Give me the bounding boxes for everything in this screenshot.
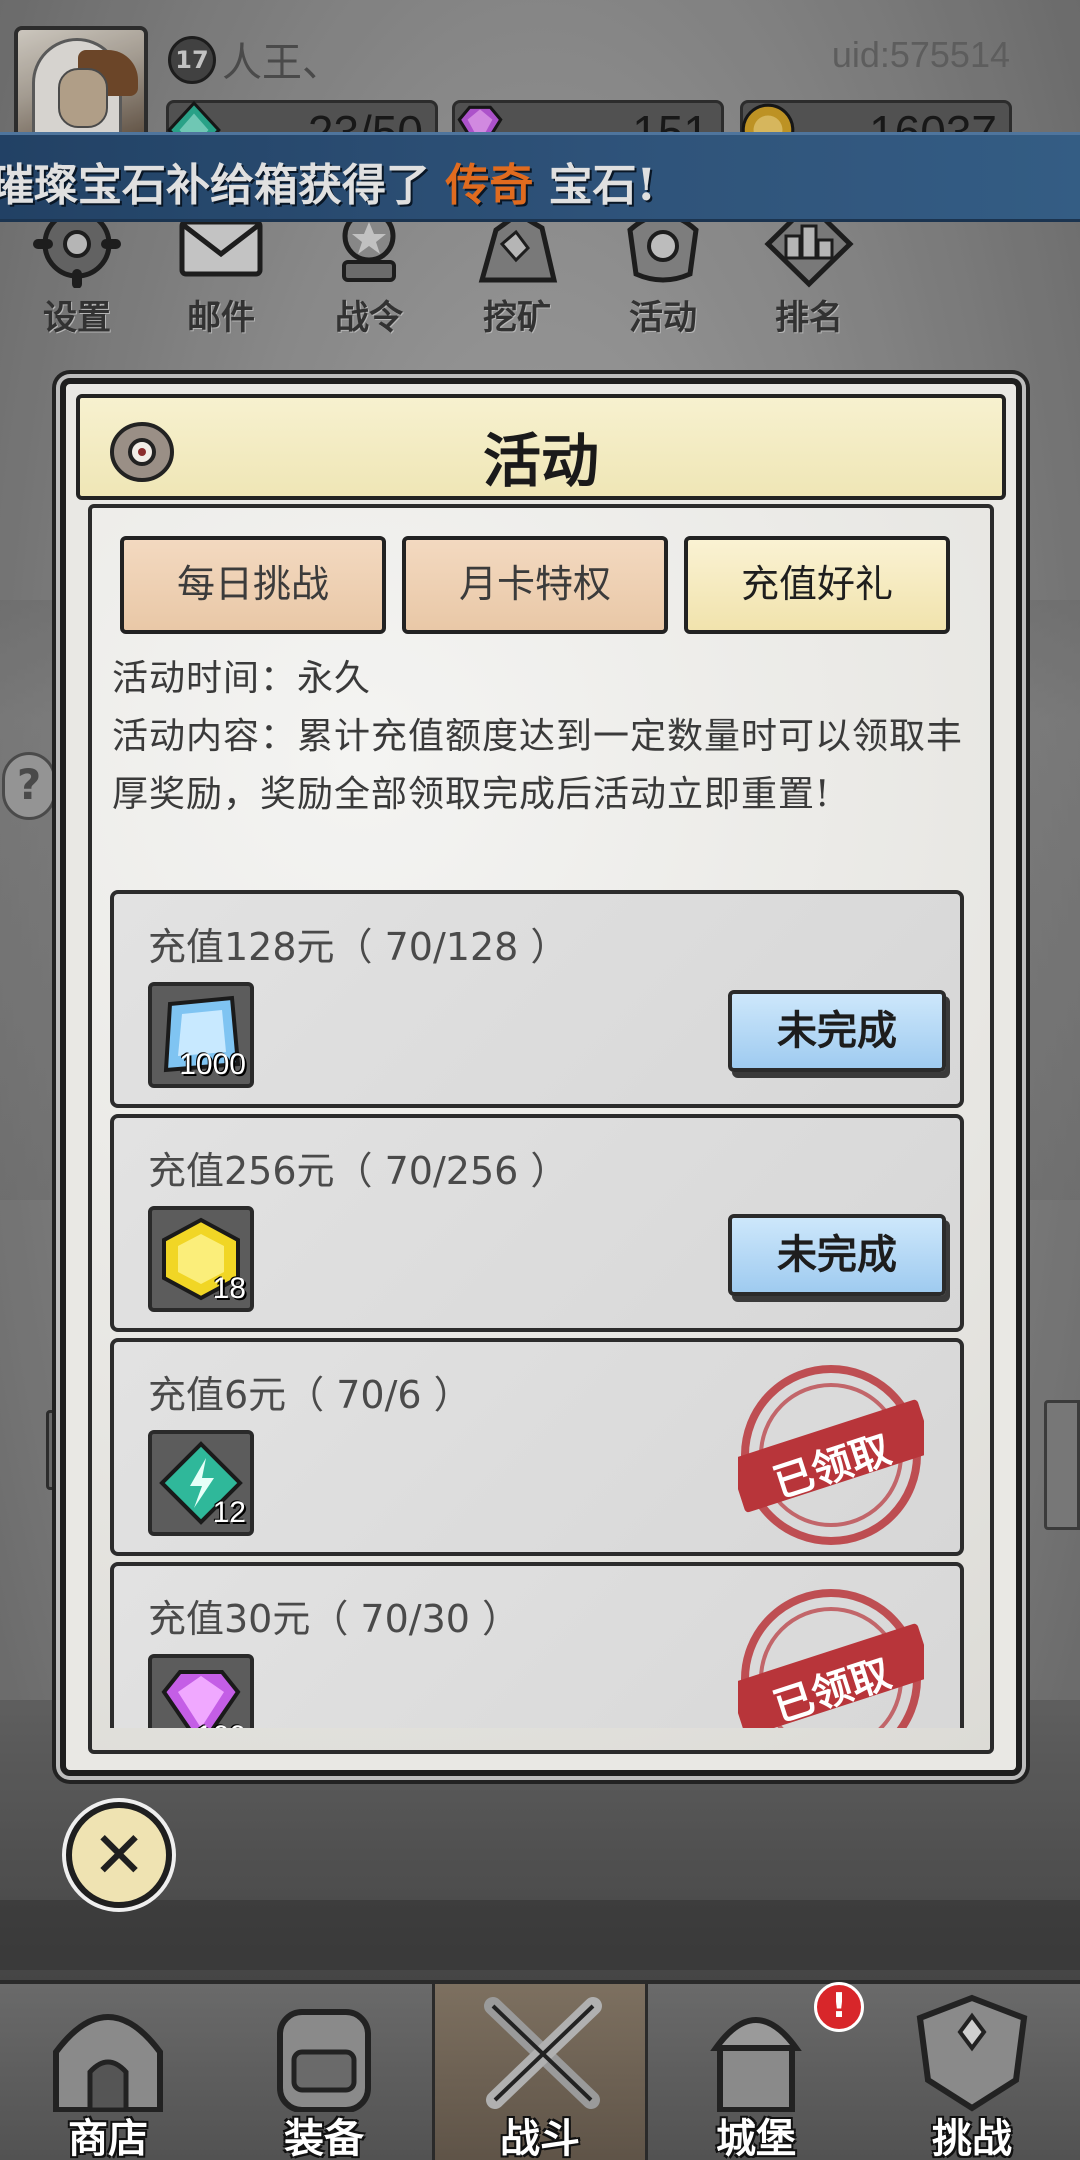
reward-quantity: 1000: [179, 1048, 246, 1081]
claimed-stamp: 已领取: [729, 1586, 934, 1728]
tab-recharge-gift[interactable]: 充值好礼: [684, 536, 950, 634]
event-description: 活动时间：永久 活动内容：累计充值额度达到一定数量时可以领取丰厚奖励，奖励全部领…: [112, 650, 974, 824]
modal-title: 活动: [482, 427, 599, 495]
purple-diamond-icon: [161, 1670, 241, 1728]
nav-label: 挑战: [932, 2115, 1012, 2160]
nav-item-battle[interactable]: 战斗: [432, 1984, 648, 2160]
reward-title: 充值6元（ 70/6 ）: [148, 1373, 472, 1417]
nav-label: 商店: [68, 2115, 148, 2160]
notification-badge: !: [814, 1982, 864, 2032]
reward-item-slot[interactable]: 100: [148, 1654, 254, 1728]
nav-label: 战斗: [500, 2115, 580, 2160]
reward-row: 充值256元（ 70/256 ） 18 未完成: [110, 1114, 964, 1332]
reward-status-button[interactable]: 未完成: [728, 990, 946, 1072]
reward-list[interactable]: 充值128元（ 70/128 ） 1000 未完成 充值256元（ 70/256…: [110, 890, 964, 1728]
shield-icon: [916, 1994, 1028, 2112]
reward-title: 充值128元（ 70/128 ）: [148, 925, 569, 969]
event-time: 活动时间：永久: [112, 658, 372, 699]
backpack-icon: [277, 2009, 371, 2112]
nav-label: 装备: [284, 2115, 364, 2160]
nav-item-challenge[interactable]: 挑战: [864, 1984, 1080, 2160]
close-icon: ✕: [92, 1819, 146, 1893]
castle-icon: [710, 2017, 802, 2112]
reward-row: 充值30元（ 70/30 ） 100 已领取: [110, 1562, 964, 1728]
shop-icon: [53, 2014, 163, 2112]
reward-item-slot[interactable]: 12: [148, 1430, 254, 1536]
reward-quantity: 12: [212, 1496, 246, 1529]
nav-item-shop[interactable]: 商店: [0, 1984, 216, 2160]
reward-row: 充值6元（ 70/6 ） 12 已领取: [110, 1338, 964, 1556]
reward-status-button[interactable]: 未完成: [728, 1214, 946, 1296]
claimed-stamp: 已领取: [729, 1362, 934, 1548]
crossed-swords-icon: [484, 1997, 602, 2109]
reward-item-slot[interactable]: 1000: [148, 982, 254, 1088]
modal-header: 活动: [76, 394, 1006, 500]
tab-monthly-card[interactable]: 月卡特权: [402, 536, 668, 634]
close-button[interactable]: ✕: [66, 1802, 172, 1908]
nav-label: 城堡: [716, 2115, 796, 2160]
bottom-nav: 商店 装备 战斗 城堡 挑战: [0, 1980, 1080, 2160]
nav-item-equipment[interactable]: 装备: [216, 1984, 432, 2160]
reward-quantity: 100: [196, 1720, 246, 1728]
reward-row: 充值128元（ 70/128 ） 1000 未完成: [110, 890, 964, 1108]
reward-title: 充值256元（ 70/256 ）: [148, 1149, 569, 1193]
tab-daily-challenge[interactable]: 每日挑战: [120, 536, 386, 634]
reward-quantity: 18: [212, 1272, 246, 1305]
reward-item-slot[interactable]: 18: [148, 1206, 254, 1312]
event-content: 活动内容：累计充值额度达到一定数量时可以领取丰厚奖励，奖励全部领取完成后活动立即…: [112, 716, 964, 815]
reward-title: 充值30元（ 70/30 ）: [148, 1597, 521, 1641]
